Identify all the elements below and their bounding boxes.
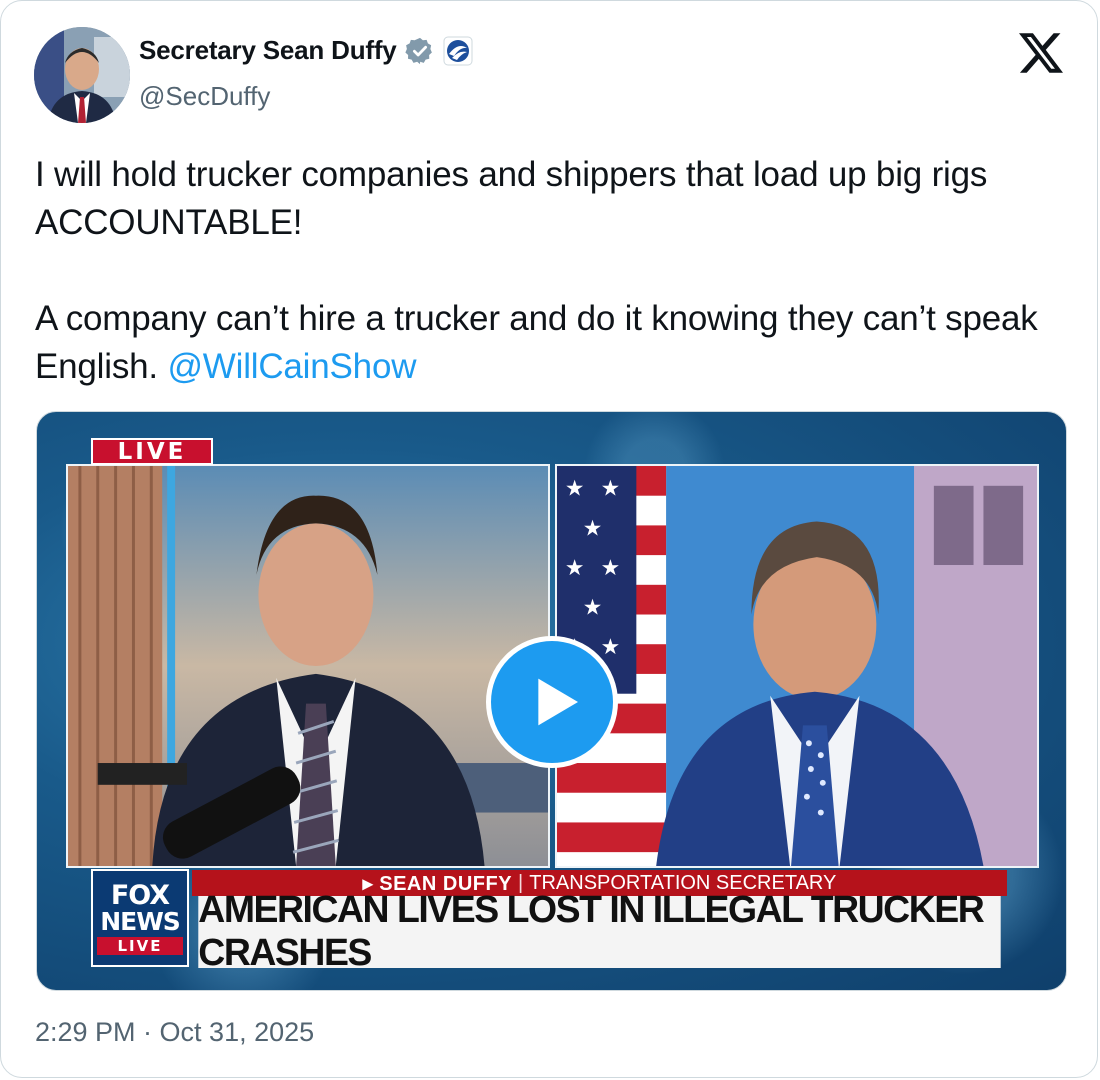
dot-logo-icon[interactable] (443, 36, 473, 66)
tweet-paragraph: A company can’t hire a trucker and do it… (35, 295, 1075, 391)
svg-text:★: ★ (601, 556, 621, 581)
chyron-headline: AMERICAN LIVES LOST IN ILLEGAL TRUCKER C… (198, 889, 1001, 974)
author-avatar[interactable] (34, 27, 130, 123)
author-name-row: Secretary Sean Duffy (139, 35, 473, 66)
play-icon (538, 678, 578, 726)
verified-badge-icon[interactable] (404, 36, 435, 66)
tweet-card: Secretary Sean Duffy @SecDuffy I will ho… (0, 0, 1098, 1078)
video-panel-guest: ★★ ★★ ★★ ★★ (555, 464, 1039, 868)
fox-news-logo: FOX NEWS LIVE (91, 869, 189, 967)
author-handle[interactable]: @SecDuffy (139, 81, 270, 112)
guest-video-frame: ★★ ★★ ★★ ★★ (557, 466, 1037, 866)
fox-logo-line3: LIVE (97, 936, 183, 955)
tweet-paragraph: I will hold trucker companies and shippe… (35, 155, 988, 242)
svg-text:★: ★ (565, 556, 585, 581)
play-button[interactable] (486, 636, 618, 768)
fox-logo-line1: FOX (110, 879, 170, 911)
avatar-photo (34, 27, 130, 123)
host-video-frame (68, 466, 548, 866)
svg-text:★: ★ (565, 477, 585, 502)
fox-logo-line2: NEWS (100, 906, 181, 936)
svg-text:★: ★ (601, 635, 621, 660)
author-display-name[interactable]: Secretary Sean Duffy (139, 35, 397, 66)
video-panel-host (66, 464, 550, 868)
x-logo-icon[interactable] (1019, 31, 1063, 75)
live-bug: LIVE (91, 438, 213, 465)
video-player[interactable]: ★★ ★★ ★★ ★★ LIVE (36, 411, 1067, 991)
tweet-body: I will hold trucker companies and shippe… (35, 151, 1075, 391)
mention-link[interactable]: @WillCainShow (167, 347, 416, 386)
svg-text:★: ★ (601, 477, 621, 502)
svg-text:★: ★ (583, 516, 603, 541)
svg-text:★: ★ (583, 596, 603, 621)
tweet-timestamp[interactable]: 2:29 PM · Oct 31, 2025 (35, 1017, 314, 1048)
